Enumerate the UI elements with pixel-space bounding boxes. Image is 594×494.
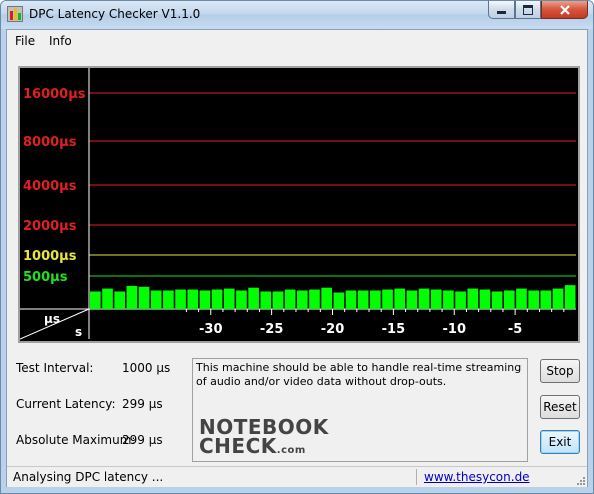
y-axis-label: 4000µs <box>23 179 77 194</box>
y-axis-label: 500µs <box>23 270 68 285</box>
latency-bar <box>150 290 162 309</box>
absolute-maximum-value: 299 µs <box>122 433 163 447</box>
x-axis-label: -5 <box>508 322 522 337</box>
axis-unit-us: µs <box>44 312 60 326</box>
menu-info[interactable]: Info <box>49 34 72 48</box>
y-axis-label: 16000µs <box>23 87 86 102</box>
app-icon[interactable] <box>7 6 23 22</box>
window-title: DPC Latency Checker V1.1.0 <box>29 7 201 21</box>
logo-suffix: .com <box>276 445 306 456</box>
resize-grip-icon[interactable] <box>576 476 586 486</box>
status-text: Analysing DPC latency ... <box>13 470 164 484</box>
latency-bar <box>138 286 150 309</box>
test-interval-value: 1000 µs <box>122 361 171 375</box>
latency-bar <box>394 288 406 309</box>
menu-bar: File Info <box>7 30 587 52</box>
latency-bar <box>223 288 235 309</box>
absolute-maximum-label: Absolute Maximum: <box>16 433 136 447</box>
thesycon-link[interactable]: www.thesycon.de <box>424 470 530 484</box>
notebookcheck-logo-line2: CHECK.com <box>199 434 306 458</box>
status-separator <box>416 469 417 485</box>
menu-file[interactable]: File <box>15 34 35 48</box>
status-bar: Analysing DPC latency ... www.thesycon.d… <box>7 466 587 487</box>
latency-bar <box>90 291 101 309</box>
axis-unit-s: s <box>75 325 82 339</box>
latency-bar <box>260 291 272 309</box>
latency-bar <box>491 291 503 309</box>
latency-bar <box>345 290 357 309</box>
latency-bar <box>357 290 369 309</box>
y-axis-label: 1000µs <box>23 249 77 264</box>
latency-bar <box>163 290 174 309</box>
test-interval-label: Test Interval: <box>16 361 94 375</box>
latency-bar <box>284 289 296 309</box>
latency-bar <box>296 290 308 309</box>
logo-check: CHECK <box>199 434 277 458</box>
latency-bar <box>443 290 454 309</box>
app-window: DPC Latency Checker V1.1.0 File Info 160… <box>0 0 594 494</box>
x-axis-label: -30 <box>199 322 223 337</box>
latency-bar <box>406 290 418 309</box>
close-icon <box>559 4 570 15</box>
latency-bar <box>211 289 223 309</box>
latency-bar <box>199 290 211 309</box>
title-bar[interactable]: DPC Latency Checker V1.1.0 <box>1 1 593 29</box>
x-axis-label: -20 <box>321 322 345 337</box>
latency-bar <box>479 289 491 309</box>
close-button[interactable] <box>541 1 588 19</box>
latency-bar <box>552 288 564 309</box>
latency-bar <box>272 291 284 309</box>
maximize-icon <box>523 4 533 15</box>
latency-bar <box>333 292 345 309</box>
latency-chart: 16000µs 8000µs 4000µs 2000µs 1000µs 500µs µs s -… <box>20 68 576 340</box>
y-axis-label: 8000µs <box>23 135 77 150</box>
latency-bar <box>430 289 442 309</box>
latency-bar <box>503 290 515 309</box>
stop-button[interactable]: Stop <box>540 359 580 383</box>
current-latency-label: Current Latency: <box>16 397 116 411</box>
x-axis-label: -15 <box>382 322 406 337</box>
reset-button[interactable]: Reset <box>540 395 580 419</box>
latency-bar <box>114 291 126 309</box>
latency-bar <box>236 290 247 309</box>
y-axis-label: 2000µs <box>23 219 77 234</box>
exit-button[interactable]: Exit <box>540 430 580 454</box>
latency-bar <box>321 287 332 309</box>
latency-bar <box>455 291 466 309</box>
latency-bar <box>516 288 527 309</box>
minimize-icon <box>497 11 506 14</box>
latency-bar <box>467 288 479 309</box>
latency-bar <box>418 288 430 309</box>
latency-bar <box>540 290 552 309</box>
latency-bar <box>382 289 393 309</box>
latency-bar <box>126 285 138 309</box>
maximize-button[interactable] <box>515 1 541 19</box>
x-axis-label: -10 <box>443 322 467 337</box>
latency-bar <box>564 285 576 309</box>
latency-bar <box>309 289 320 309</box>
latency-bar <box>528 290 539 309</box>
latency-bar <box>187 289 199 309</box>
x-axis-label: -25 <box>260 322 284 337</box>
current-latency-value: 299 µs <box>122 397 163 411</box>
latency-bar <box>248 287 259 309</box>
latency-graph: 16000µs 8000µs 4000µs 2000µs 1000µs 500µs µs s -… <box>18 66 580 343</box>
latency-bar <box>370 290 381 309</box>
latency-bar <box>175 289 186 309</box>
client-area: File Info 16000µs 8000µs 4000µs 2000µs 1000µ… <box>6 29 588 487</box>
latency-bar <box>102 288 113 309</box>
minimize-button[interactable] <box>488 1 515 19</box>
